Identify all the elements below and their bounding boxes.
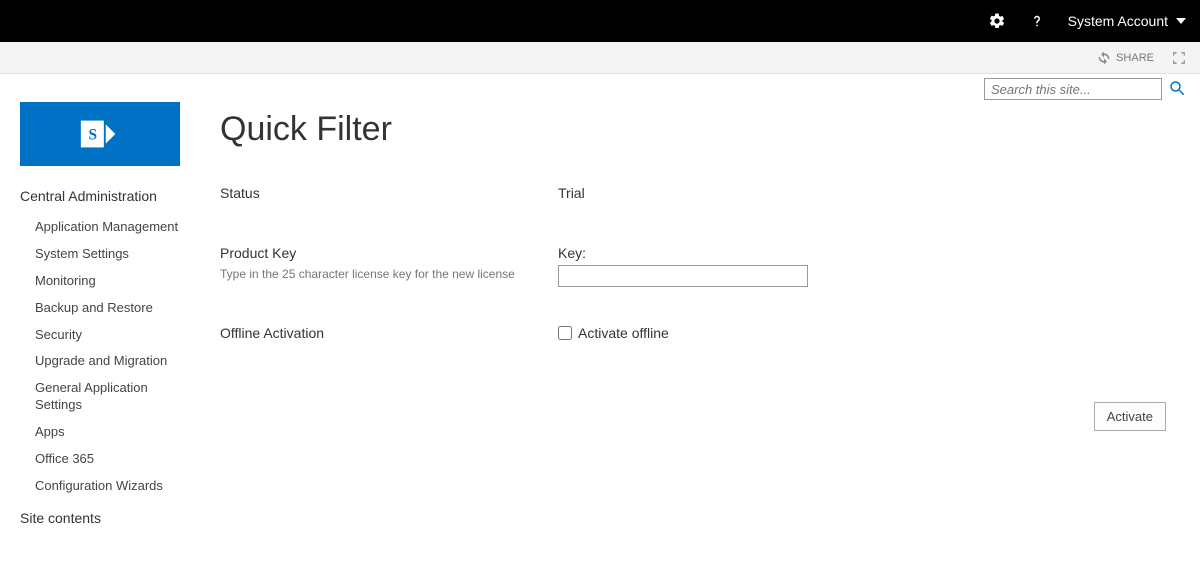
search-wrap xyxy=(984,78,1186,100)
nav-list: Application Management System Settings M… xyxy=(20,214,200,500)
user-name-label: System Account xyxy=(1068,13,1168,29)
help-icon[interactable] xyxy=(1028,12,1046,30)
search-input[interactable] xyxy=(984,78,1162,100)
user-account-menu[interactable]: System Account xyxy=(1068,13,1186,29)
nav-item-system-settings[interactable]: System Settings xyxy=(20,241,180,268)
nav-item-application-management[interactable]: Application Management xyxy=(20,214,180,241)
nav-site-contents[interactable]: Site contents xyxy=(20,510,200,526)
activate-offline-checkbox-wrap[interactable]: Activate offline xyxy=(558,325,1180,341)
sharepoint-icon: S xyxy=(77,111,123,157)
focus-icon[interactable] xyxy=(1172,51,1186,65)
form-area: Status Trial Product Key Type in the 25 … xyxy=(220,185,1180,431)
offline-activation-label: Offline Activation xyxy=(220,325,550,341)
nav-item-general-app-settings[interactable]: General Application Settings xyxy=(20,375,180,419)
nav-item-office-365[interactable]: Office 365 xyxy=(20,446,180,473)
status-label: Status xyxy=(220,185,550,201)
product-key-row: Product Key Type in the 25 character lic… xyxy=(220,245,1180,287)
activate-button-wrap: Activate xyxy=(220,402,1180,431)
page-title: Quick Filter xyxy=(220,110,1200,149)
product-key-label: Product Key xyxy=(220,245,550,261)
page-content: S Central Administration Application Man… xyxy=(0,74,1200,526)
nav-item-upgrade-migration[interactable]: Upgrade and Migration xyxy=(20,348,180,375)
share-button[interactable]: SHARE xyxy=(1097,51,1154,65)
key-field-label: Key: xyxy=(558,245,1180,261)
share-label: SHARE xyxy=(1116,52,1154,64)
activate-offline-label: Activate offline xyxy=(578,325,669,341)
share-icon xyxy=(1097,51,1111,65)
offline-activation-row: Offline Activation Activate offline xyxy=(220,325,1180,347)
product-key-desc: Type in the 25 character license key for… xyxy=(220,267,550,281)
nav-item-apps[interactable]: Apps xyxy=(20,419,180,446)
chevron-down-icon xyxy=(1176,18,1186,24)
nav-item-security[interactable]: Security xyxy=(20,322,180,349)
activate-offline-checkbox[interactable] xyxy=(558,326,572,340)
status-value: Trial xyxy=(550,185,1180,207)
activate-button[interactable]: Activate xyxy=(1094,402,1166,431)
nav-item-monitoring[interactable]: Monitoring xyxy=(20,268,180,295)
status-row: Status Trial xyxy=(220,185,1180,207)
main-column: Quick Filter Status Trial Product Key Ty… xyxy=(200,74,1200,526)
nav-heading[interactable]: Central Administration xyxy=(20,188,200,204)
svg-text:S: S xyxy=(89,127,98,144)
global-topbar: System Account xyxy=(0,0,1200,42)
nav-item-backup-restore[interactable]: Backup and Restore xyxy=(20,295,180,322)
left-column: S Central Administration Application Man… xyxy=(0,74,200,526)
search-icon[interactable] xyxy=(1168,79,1186,100)
nav-item-configuration-wizards[interactable]: Configuration Wizards xyxy=(20,473,180,500)
gear-icon[interactable] xyxy=(988,12,1006,30)
sharepoint-logo[interactable]: S xyxy=(20,102,180,166)
ribbon-bar: SHARE xyxy=(0,42,1200,74)
license-key-input[interactable] xyxy=(558,265,808,287)
